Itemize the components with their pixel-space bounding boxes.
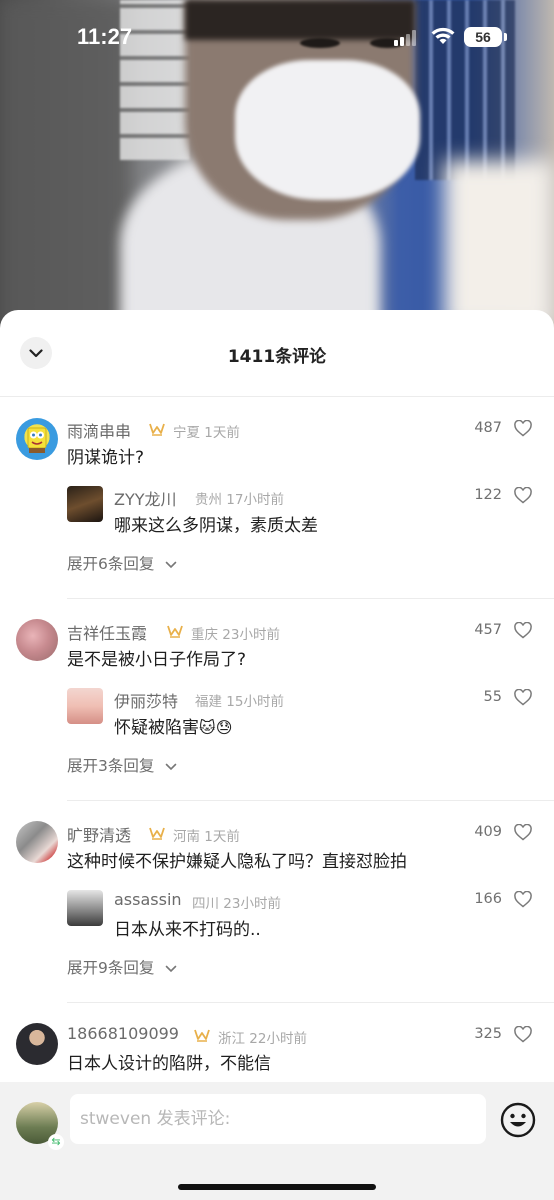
reply-text[interactable]: 怀疑被陷害🐱😓 [114, 713, 232, 738]
chevron-down-icon [166, 763, 177, 770]
divider [67, 598, 554, 599]
comment-meta: 宁夏 1天前 [173, 425, 240, 441]
reply-like-count: 166 [474, 891, 502, 907]
reply-meta: 四川 23小时前 [192, 896, 281, 912]
reply-name[interactable]: assassin [114, 890, 182, 909]
expand-replies-button[interactable]: 展开6条回复 [67, 552, 177, 574]
reply-like-count: 55 [483, 689, 502, 705]
expand-replies-label: 展开9条回复 [67, 959, 155, 977]
heart-outline-icon[interactable] [514, 487, 532, 504]
comment-count-title: 1411条评论 [227, 347, 327, 367]
reply-text-body: 怀疑被陷害 [114, 718, 199, 738]
crown-badge-icon [167, 625, 183, 638]
crown-badge-icon [149, 423, 165, 436]
video-face-mask [235, 60, 420, 200]
comment-text[interactable]: 是不是被小日子作局了? [67, 645, 246, 670]
commenter-name[interactable]: 旷野清透 [67, 822, 131, 846]
home-indicator[interactable] [178, 1184, 376, 1190]
reply-avatar[interactable] [67, 688, 103, 724]
wifi-icon [431, 27, 455, 44]
like-count: 457 [474, 622, 502, 638]
divider [67, 800, 554, 801]
reply-meta: 福建 15小时前 [195, 694, 284, 710]
heart-outline-icon[interactable] [514, 689, 532, 706]
expand-replies-label: 展开6条回复 [67, 555, 155, 573]
avatar[interactable] [16, 418, 58, 460]
crown-badge-icon [149, 827, 165, 840]
reply-text[interactable]: 哪来这么多阴谋，素质太差 [114, 511, 318, 536]
reply-avatar[interactable] [67, 890, 103, 926]
expand-replies-label: 展开3条回复 [67, 757, 155, 775]
status-time: 11:27 [77, 24, 133, 49]
like-count: 487 [474, 420, 502, 436]
comment-meta: 重庆 23小时前 [191, 627, 280, 643]
comment-meta: 浙江 22小时前 [218, 1031, 307, 1047]
reply-name[interactable]: 伊丽莎特 [114, 688, 178, 712]
commenter-name[interactable]: 吉祥任玉霞 [67, 620, 147, 644]
heart-outline-icon[interactable] [514, 1026, 532, 1043]
avatar[interactable] [16, 821, 58, 863]
expand-replies-button[interactable]: 展开3条回复 [67, 754, 177, 776]
heart-outline-icon[interactable] [514, 824, 532, 841]
divider [67, 1002, 554, 1003]
heart-outline-icon[interactable] [514, 622, 532, 639]
avatar[interactable] [16, 619, 58, 661]
status-bar: 11:27 56 [0, 0, 554, 74]
battery-indicator: 56 [464, 27, 507, 47]
heart-outline-icon[interactable] [514, 420, 532, 437]
reply-meta: 贵州 17小时前 [195, 492, 284, 508]
comment-sheet: 1411条评论 雨滴串串 宁夏 1天前 阴谋诡计? 487 ZYY龙川 贵州 1… [0, 310, 554, 1200]
smiley-icon[interactable] [500, 1102, 536, 1138]
avatar[interactable] [16, 1023, 58, 1065]
reply-like-count: 122 [474, 487, 502, 503]
chevron-down-icon [166, 965, 177, 972]
comment-text[interactable]: 这种时候不保护嫌疑人隐私了吗？直接怼脸拍 [67, 847, 407, 872]
sheet-header: 1411条评论 [0, 310, 554, 397]
sponge-avatar-icon [27, 427, 47, 453]
chevron-down-icon [166, 561, 177, 568]
heart-outline-icon[interactable] [514, 891, 532, 908]
reply-name[interactable]: ZYY龙川 [114, 486, 177, 510]
comment-input[interactable]: stweven 发表评论: [70, 1094, 486, 1144]
reply-text[interactable]: 日本从来不打码的.. [114, 915, 261, 940]
cat-emoji-icon: 🐱 [199, 718, 216, 737]
signal-icon [394, 30, 416, 46]
like-count: 325 [474, 1026, 502, 1042]
comment-text[interactable]: 日本人设计的陷阱，不能信 [67, 1049, 271, 1074]
sweat-emoji-icon: 😓 [215, 718, 233, 737]
expand-replies-button[interactable]: 展开9条回复 [67, 956, 177, 978]
reply-avatar[interactable] [67, 486, 103, 522]
swap-icon[interactable]: ⇆ [48, 1134, 64, 1150]
crown-badge-icon [194, 1029, 210, 1042]
like-count: 409 [474, 824, 502, 840]
video-glow [444, 160, 554, 330]
comment-input-bar: ⇆ stweven 发表评论: [0, 1082, 554, 1200]
comment-text[interactable]: 阴谋诡计? [67, 443, 144, 468]
commenter-name[interactable]: 18668109099 [67, 1024, 179, 1043]
comment-meta: 河南 1天前 [173, 829, 240, 845]
commenter-name[interactable]: 雨滴串串 [67, 418, 131, 442]
